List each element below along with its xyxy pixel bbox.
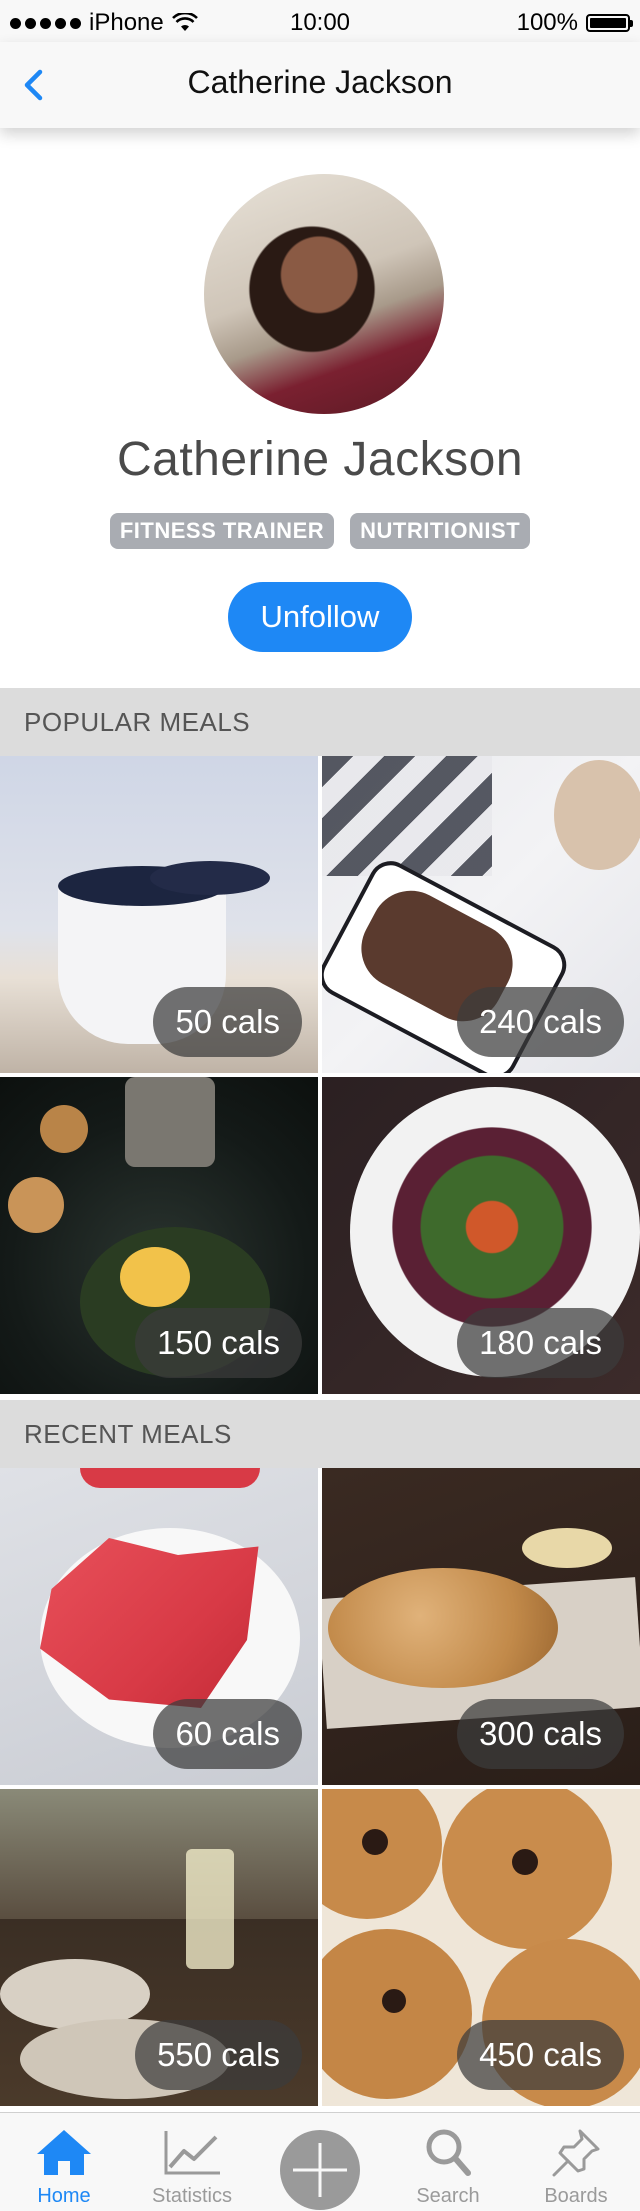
tab-bar: Home Statistics Search Boards xyxy=(0,2112,640,2211)
tab-statistics[interactable]: Statistics xyxy=(128,2113,256,2211)
chocolate-chip-image-2 xyxy=(512,1849,538,1875)
berries-image xyxy=(80,1468,260,1488)
tab-boards[interactable]: Boards xyxy=(512,2113,640,2211)
avatar xyxy=(204,174,444,414)
meal-tile-blueberries[interactable]: 50 cals xyxy=(0,756,318,1073)
navigation-bar: Catherine Jackson xyxy=(0,42,640,128)
blueberries-image-2 xyxy=(150,861,270,895)
tab-statistics-label: Statistics xyxy=(151,2185,233,2207)
chocolate-chip-image xyxy=(362,1829,388,1855)
search-icon xyxy=(426,2129,471,2176)
meal-tile-watermelon[interactable]: 60 cals xyxy=(0,1468,318,1785)
tab-home[interactable]: Home xyxy=(0,2113,128,2211)
profile-name: Catherine Jackson xyxy=(116,433,524,486)
battery-percent: 100% xyxy=(516,9,578,36)
calorie-badge: 60 cals xyxy=(153,1699,302,1769)
recent-meals-grid: 60 cals 300 cals 550 cals 450 cals xyxy=(0,1468,640,2106)
chocolate-chip-image-3 xyxy=(382,1989,406,2013)
tab-boards-label: Boards xyxy=(544,2185,608,2207)
tag-fitness-trainer: FITNESS TRAINER xyxy=(109,513,335,549)
meal-tile-cookies[interactable]: 450 cals xyxy=(322,1789,640,2106)
background-image xyxy=(0,1789,318,1919)
section-header-popular-meals: POPULAR MEALS xyxy=(0,688,640,756)
pin-icon xyxy=(552,2129,600,2177)
profile-tags: FITNESS TRAINER NUTRITIONIST xyxy=(0,513,640,549)
calorie-badge: 450 cals xyxy=(457,2020,624,2090)
popular-meals-grid: 50 cals 240 cals 150 cals 180 cals xyxy=(0,756,640,1394)
tag-nutritionist: NUTRITIONIST xyxy=(350,513,531,549)
section-header-recent-meals: RECENT MEALS xyxy=(0,1400,640,1468)
meal-tile-bread[interactable]: 300 cals xyxy=(322,1468,640,1785)
cookie-image-2 xyxy=(40,1105,88,1153)
calorie-badge: 50 cals xyxy=(153,987,302,1057)
salad-image xyxy=(392,1127,592,1327)
meal-tile-salad[interactable]: 180 cals xyxy=(322,1077,640,1394)
tab-home-label: Home xyxy=(37,2185,91,2207)
cookie-image xyxy=(8,1177,64,1233)
calorie-badge: 180 cals xyxy=(457,1308,624,1378)
meal-tile-granola[interactable]: 240 cals xyxy=(322,756,640,1073)
egg-image xyxy=(120,1247,190,1307)
striped-towel-image xyxy=(322,756,492,876)
unfollow-button[interactable]: Unfollow xyxy=(228,582,412,652)
cookie-image xyxy=(322,1789,442,1919)
cookie-image-3 xyxy=(322,1929,472,2099)
battery-icon xyxy=(586,14,633,32)
status-right: 100% xyxy=(516,9,633,37)
chart-icon xyxy=(164,2131,220,2175)
coffee-cup-image xyxy=(554,760,640,870)
calorie-badge: 240 cals xyxy=(457,987,624,1057)
tab-search-label: Search xyxy=(416,2185,480,2207)
meal-tile-dinner[interactable]: 550 cals xyxy=(0,1789,318,2106)
plus-icon xyxy=(280,2130,360,2210)
home-icon xyxy=(37,2130,91,2175)
lantern-image xyxy=(125,1077,215,1167)
calorie-badge: 300 cals xyxy=(457,1699,624,1769)
calorie-badge: 550 cals xyxy=(135,2020,302,2090)
calorie-badge: 150 cals xyxy=(135,1308,302,1378)
status-bar: iPhone 10:00 100% xyxy=(0,0,640,42)
bread-image xyxy=(328,1568,558,1688)
wine-glass-image xyxy=(186,1849,234,1969)
nav-title: Catherine Jackson xyxy=(187,64,453,100)
meal-tile-toast[interactable]: 150 cals xyxy=(0,1077,318,1394)
add-button[interactable] xyxy=(256,2113,384,2211)
butter-image xyxy=(522,1528,612,1568)
tab-search[interactable]: Search xyxy=(384,2113,512,2211)
